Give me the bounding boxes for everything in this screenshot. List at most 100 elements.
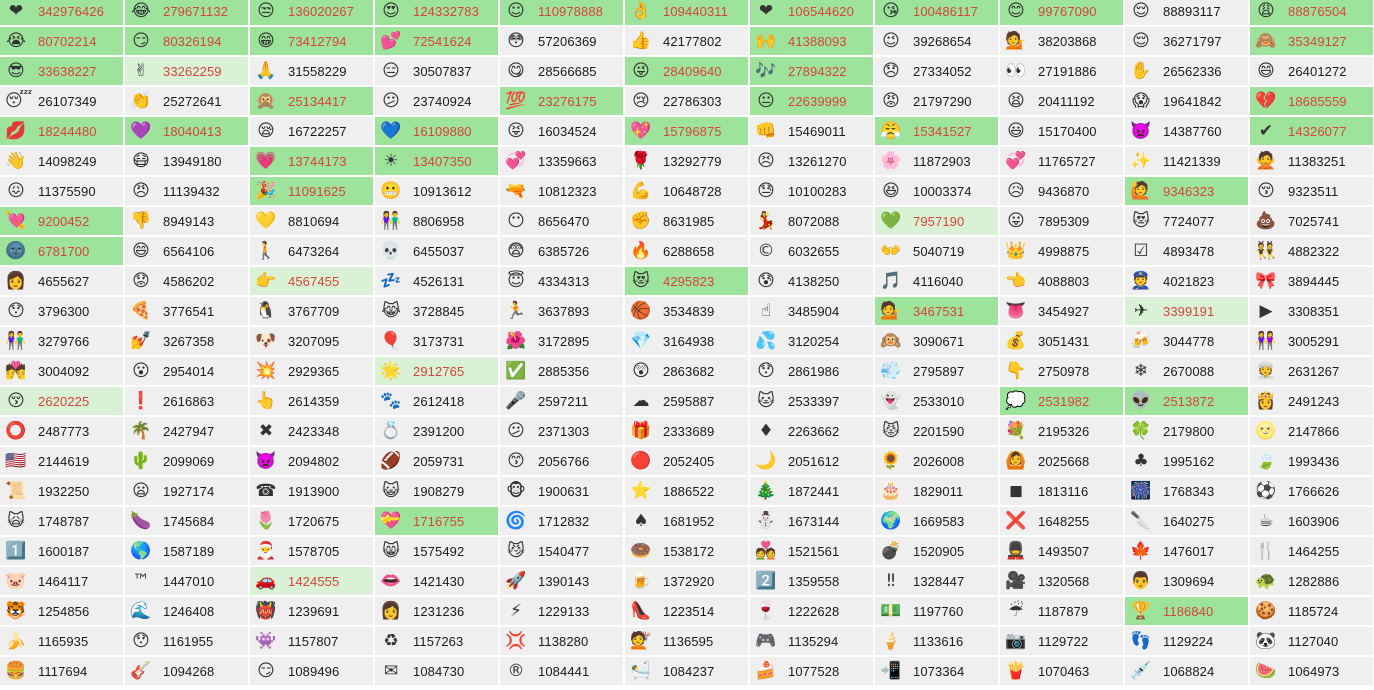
musical-notes-icon: 🎶 bbox=[755, 61, 777, 81]
emoji-count: 2954014 bbox=[163, 364, 215, 379]
emoji-cell: 💃 8072088 bbox=[750, 207, 873, 235]
emoji-cell: 😻 4295823 bbox=[625, 267, 748, 295]
emoji-count: 1070463 bbox=[1038, 664, 1090, 679]
spade-suit-icon: ♠ bbox=[633, 511, 649, 531]
emoji-count: 1424555 bbox=[288, 574, 340, 589]
emoji-cell: 👩 4655627 bbox=[0, 267, 123, 295]
anxious-face-icon: 😰 bbox=[757, 271, 775, 291]
guitar-icon: 🎸 bbox=[130, 661, 152, 681]
emoji-cell: 🍺 1372920 bbox=[625, 567, 748, 595]
emoji-count: 88893117 bbox=[1163, 4, 1221, 19]
emoji-cell: 😚 2620225 bbox=[0, 387, 123, 415]
emoji-cell: 😒 136020267 bbox=[250, 0, 373, 25]
bathing-person-icon: 🛀 bbox=[630, 661, 652, 681]
oncoming-fist-icon: 👊 bbox=[755, 121, 777, 141]
emoji-count: 11765727 bbox=[1038, 154, 1096, 169]
laughing-face-icon: 😆 bbox=[882, 181, 900, 201]
emoji-count: 109440311 bbox=[663, 4, 729, 19]
dog-face-icon: 🐶 bbox=[255, 331, 277, 351]
emoji-count: 7724077 bbox=[1163, 214, 1215, 229]
hundred-points-icon: 💯 bbox=[505, 91, 527, 111]
beer-mugs-icon: 🍻 bbox=[1130, 331, 1152, 351]
microphone-icon: 🎤 bbox=[505, 391, 527, 411]
cyclone-icon: 🌀 bbox=[505, 511, 527, 531]
emoji-count: 14098249 bbox=[38, 154, 97, 169]
emoji-count: 1372920 bbox=[663, 574, 715, 589]
emoji-cell: 👏 25272641 bbox=[125, 87, 248, 115]
emoji-count: 1133616 bbox=[913, 634, 964, 649]
french-fries-icon: 🍟 bbox=[1005, 661, 1027, 681]
emoji-count: 25134417 bbox=[288, 94, 347, 109]
emoji-cell: 🎮 1135294 bbox=[750, 627, 873, 655]
emoji-count: 30507837 bbox=[413, 64, 472, 79]
emoji-count: 1766626 bbox=[1288, 484, 1340, 499]
emoji-count: 11091625 bbox=[288, 184, 346, 199]
emoji-cell: 💁 3467531 bbox=[875, 297, 998, 325]
emoji-count: 2597211 bbox=[538, 394, 589, 409]
emoji-count: 1447010 bbox=[163, 574, 215, 589]
grimacing-face-icon: 😬 bbox=[380, 181, 402, 201]
pig-face-icon: 🐷 bbox=[5, 571, 27, 591]
emoji-cell: 👄 1421430 bbox=[375, 567, 498, 595]
emoji-count: 3637893 bbox=[538, 304, 590, 319]
emoji-count: 41388093 bbox=[788, 34, 847, 49]
emoji-cell: 🎵 4116040 bbox=[875, 267, 998, 295]
emoji-count: 1587189 bbox=[163, 544, 215, 559]
emoji-count: 1648255 bbox=[1038, 514, 1090, 529]
feet-icon: 🐾 bbox=[380, 391, 402, 411]
emoji-cell: 🌻 2026008 bbox=[875, 447, 998, 475]
ghost-icon: 👻 bbox=[880, 391, 902, 411]
cloud-icon: ☁ bbox=[632, 391, 650, 411]
emoji-cell: 🙊 25134417 bbox=[250, 87, 373, 115]
raised-hands-icon: 🙌 bbox=[755, 31, 777, 51]
emoji-cell: 😙 2056766 bbox=[500, 447, 623, 475]
woman-gesture-icon: 🙆 bbox=[1005, 451, 1027, 471]
emoji-cell: 🚀 1390143 bbox=[500, 567, 623, 595]
emoji-cell: 💍 2391200 bbox=[375, 417, 498, 445]
hamburger-icon: 🍔 bbox=[5, 661, 27, 681]
emoji-cell: 😪 16722257 bbox=[250, 117, 373, 145]
emoji-cell: 🌀 1712832 bbox=[500, 507, 623, 535]
smiling-face-icon: 😊 bbox=[1007, 1, 1025, 21]
information-desk-person-icon: 💁 bbox=[1005, 31, 1027, 51]
emoji-cell: 😝 16034524 bbox=[500, 117, 623, 145]
emoji-cell: 😞 27334052 bbox=[875, 57, 998, 85]
emoji-cell: ❤ 106544620 bbox=[750, 0, 873, 25]
heart-gift-icon: 💝 bbox=[380, 511, 402, 531]
rocket-icon: 🚀 bbox=[505, 571, 527, 591]
emoji-cell: 🌺 3172895 bbox=[500, 327, 623, 355]
emoji-cell: 😛 7895309 bbox=[1000, 207, 1123, 235]
panda-face-icon: 🐼 bbox=[1255, 631, 1277, 651]
emoji-count: 1603906 bbox=[1288, 514, 1340, 529]
emoji-cell: 🎥 1320568 bbox=[1000, 567, 1123, 595]
emoji-count: 2487773 bbox=[38, 424, 90, 439]
emoji-cell: 🍪 1185724 bbox=[1250, 597, 1373, 625]
woman-red-hair-icon: 👩 bbox=[380, 601, 402, 621]
emoji-count: 1421430 bbox=[413, 574, 465, 589]
yellow-heart-icon: 💛 bbox=[255, 211, 277, 231]
emoji-count: 1493507 bbox=[1038, 544, 1090, 559]
emoji-cell: 👉 4567455 bbox=[250, 267, 373, 295]
thumbs-up-icon: 👍 bbox=[630, 31, 652, 51]
emoji-cell: 💝 1716755 bbox=[375, 507, 498, 535]
emoji-count: 100486117 bbox=[913, 4, 979, 19]
emoji-cell: 😍 124332783 bbox=[375, 0, 498, 25]
emoji-count: 22639999 bbox=[788, 94, 847, 109]
emoji-count: 1908279 bbox=[413, 484, 465, 499]
emoji-count: 1578705 bbox=[288, 544, 340, 559]
face-blowing-kiss-icon: 😘 bbox=[882, 1, 900, 21]
speak-no-evil-monkey-icon: 🙊 bbox=[255, 91, 277, 111]
sun-icon: ☀ bbox=[383, 151, 399, 171]
emoji-count: 1117694 bbox=[38, 664, 88, 679]
emoji-cell: 🍰 1077528 bbox=[750, 657, 873, 685]
emoji-count: 35349127 bbox=[1288, 34, 1347, 49]
sweat-droplets-icon: 💦 bbox=[755, 331, 777, 351]
emoji-count: 2795897 bbox=[913, 364, 965, 379]
woman-face-icon: 👩 bbox=[5, 271, 27, 291]
emoji-cell: ▶ 3308351 bbox=[1250, 297, 1373, 325]
emoji-count: 18685559 bbox=[1288, 94, 1347, 109]
emoji-count: 28409640 bbox=[663, 64, 722, 79]
hushed-face-icon: 😯 bbox=[7, 301, 25, 321]
high-heel-icon: 👠 bbox=[630, 601, 652, 621]
space-invader-icon: 👾 bbox=[255, 631, 277, 651]
